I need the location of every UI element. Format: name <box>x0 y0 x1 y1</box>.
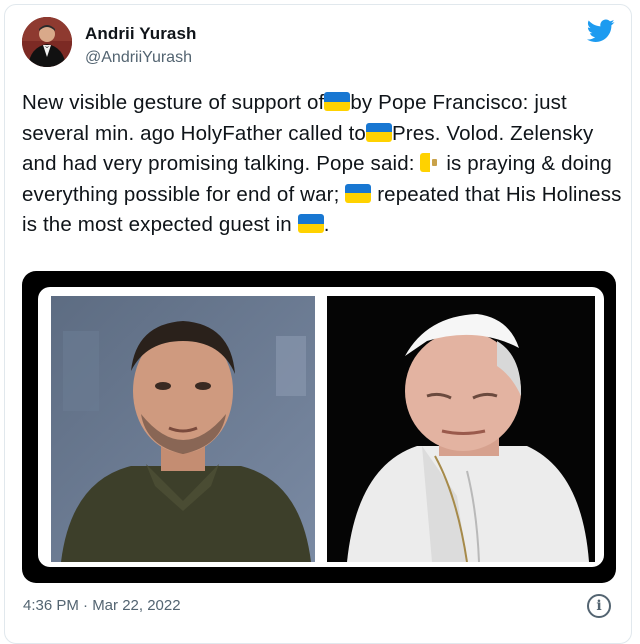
info-icon[interactable]: i <box>587 594 611 618</box>
tweet-text-part: New visible gesture of support of <box>22 91 325 114</box>
ukraine-flag-emoji <box>297 214 324 233</box>
ukraine-flag-emoji <box>324 92 351 111</box>
twitter-bird-icon[interactable] <box>587 19 615 43</box>
tweet-text-part: . <box>323 213 330 236</box>
tweet-media[interactable] <box>22 271 616 583</box>
ukraine-flag-emoji <box>345 183 372 203</box>
author-name[interactable]: Andrii Yurash <box>85 24 197 44</box>
author-handle[interactable]: @AndriiYurash <box>85 49 192 67</box>
pope-photo[interactable] <box>327 296 595 562</box>
zelensky-photo[interactable] <box>51 296 315 562</box>
tweet-text: New visible gesture of support of by Pope… <box>22 88 622 241</box>
vatican-flag-emoji <box>420 153 441 172</box>
avatar[interactable] <box>22 17 72 67</box>
ukraine-flag-emoji <box>365 122 392 142</box>
tweet-timestamp[interactable]: 4:36 PM · Mar 22, 2022 <box>23 597 181 614</box>
